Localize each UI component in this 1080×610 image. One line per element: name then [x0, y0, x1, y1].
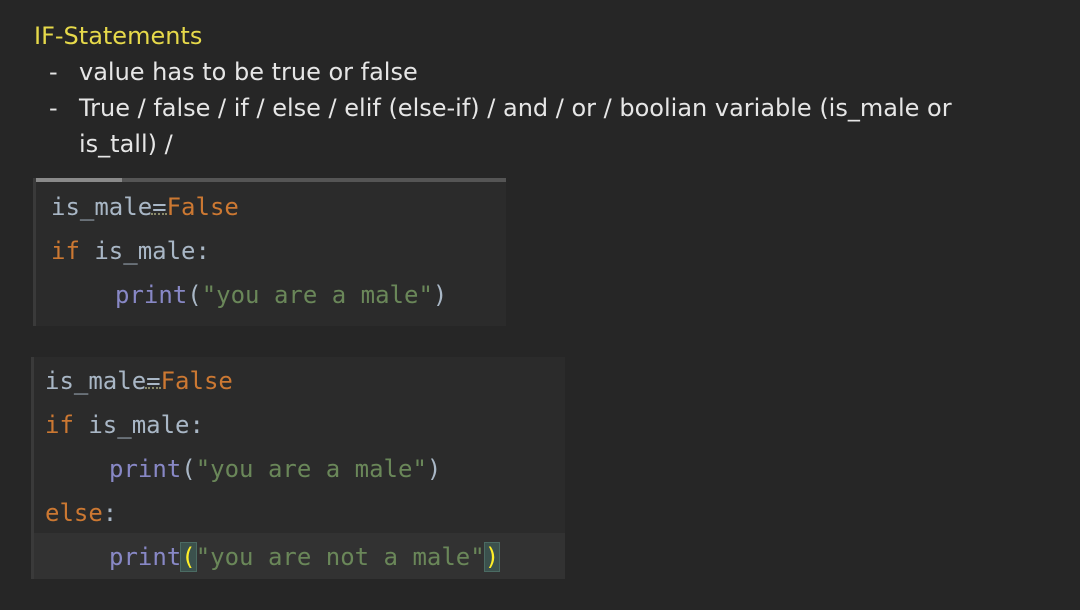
code-line[interactable]: is_male= False — [45, 359, 233, 403]
code-line[interactable]: print("you are a male") — [51, 273, 447, 317]
code-text: is_male: — [73, 411, 204, 439]
identifier: is_male — [51, 193, 153, 221]
string-literal: "you are not a male" — [195, 543, 485, 571]
code-text: : — [102, 499, 118, 527]
matched-open-paren: ( — [180, 542, 197, 572]
code-line[interactable]: if is_male: — [51, 229, 210, 273]
string-literal: "you are a male" — [195, 455, 427, 483]
close-paren: ) — [426, 455, 442, 483]
scrollbar-thumb[interactable] — [36, 178, 122, 182]
close-paren: ) — [432, 281, 448, 309]
boolean-literal: False — [166, 193, 239, 221]
open-paren: ( — [187, 281, 202, 309]
string-literal: "you are a male" — [201, 281, 433, 309]
builtin-function: print — [109, 543, 182, 571]
boolean-literal: False — [160, 367, 233, 395]
assign-operator: = — [151, 193, 168, 221]
notes-section: IF-Statements - value has to be true or … — [34, 18, 1064, 162]
keyword: if — [45, 411, 74, 439]
code-line[interactable]: if is_male: — [45, 403, 204, 447]
identifier: is_male — [45, 367, 147, 395]
bullet-text: value has to be true or false — [79, 58, 418, 86]
matched-close-paren: ) — [483, 542, 501, 572]
horizontal-scrollbar[interactable] — [36, 178, 506, 182]
open-paren: ( — [181, 455, 196, 483]
bullet-item: - True / false / if / else / elif (else-… — [34, 90, 1064, 126]
keyword: else — [45, 499, 103, 527]
notes-title: IF-Statements — [34, 22, 203, 50]
builtin-function: print — [109, 455, 182, 483]
code-block-if[interactable]: is_male= False if is_male: print("you are… — [33, 178, 506, 326]
warning-squiggle-icon — [145, 383, 162, 389]
code-line[interactable]: else: — [45, 491, 117, 535]
keyword: if — [51, 237, 80, 265]
bullet-text: True / false / if / else / elif (else-if… — [79, 94, 952, 122]
bullet-item-continuation: is_tall) / — [34, 126, 1064, 162]
bullet-dash: - — [49, 94, 58, 122]
notes-bullet-list: - value has to be true or false - True /… — [34, 54, 1064, 162]
code-block-if-else[interactable]: is_male= False if is_male: print("you are… — [31, 357, 565, 579]
code-line[interactable]: is_male= False — [51, 185, 239, 229]
assign-operator: = — [145, 367, 162, 395]
code-text: is_male: — [79, 237, 210, 265]
builtin-function: print — [115, 281, 188, 309]
bullet-text: is_tall) / — [79, 130, 173, 158]
bullet-dash: - — [49, 58, 58, 86]
code-line-current[interactable]: print("you are not a male") — [45, 535, 501, 579]
code-line[interactable]: print("you are a male") — [45, 447, 441, 491]
bullet-item: - value has to be true or false — [34, 54, 1064, 90]
warning-squiggle-icon — [151, 209, 168, 215]
